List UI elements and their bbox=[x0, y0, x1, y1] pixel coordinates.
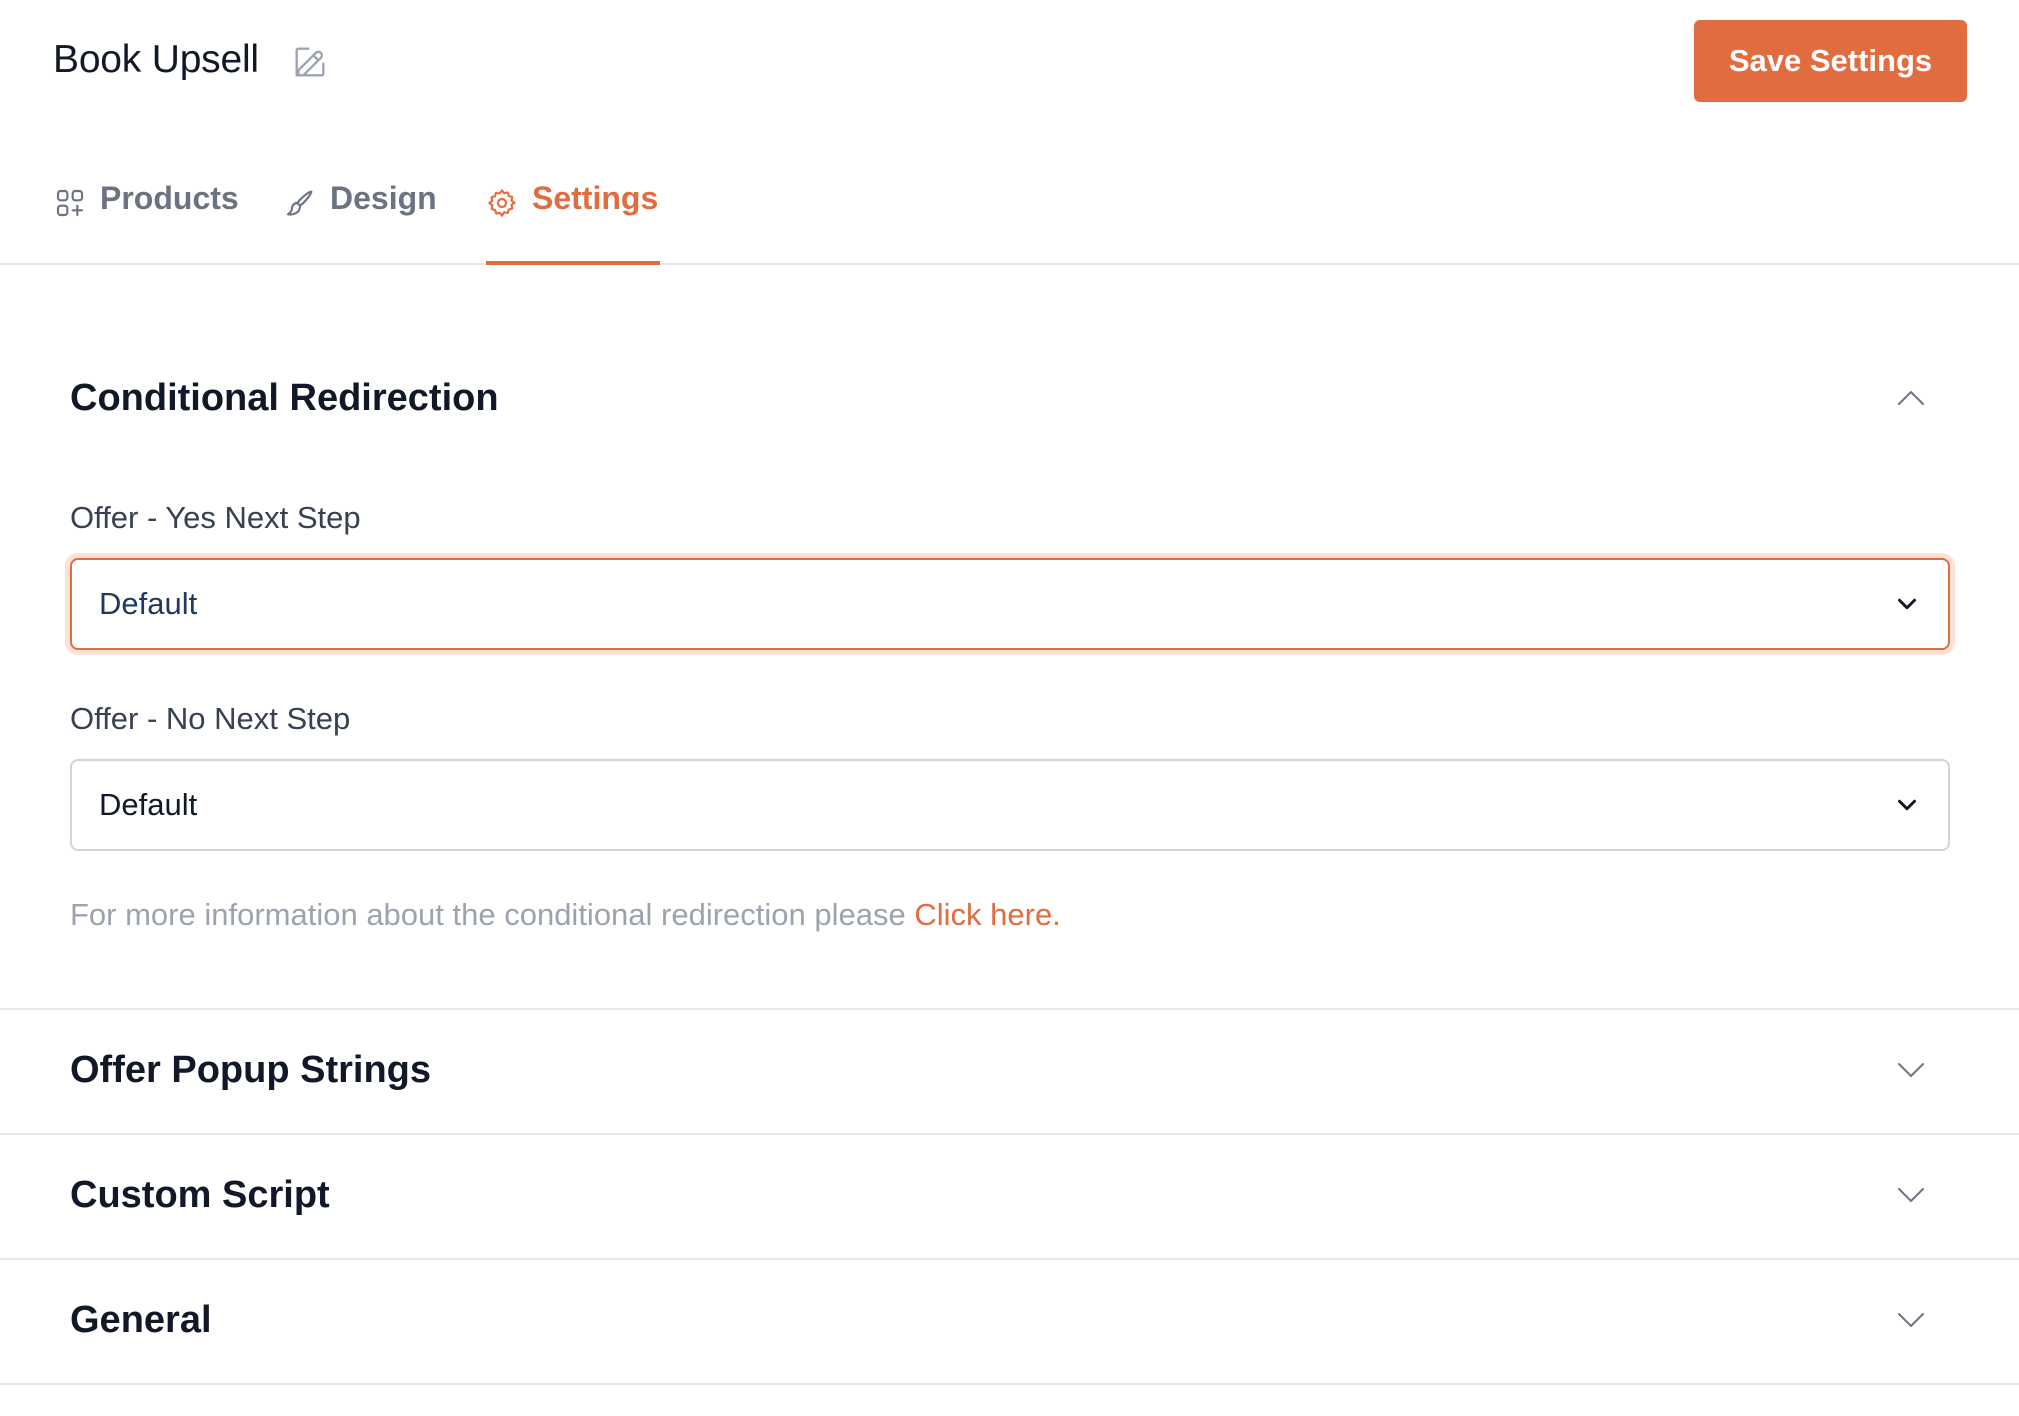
tab-settings[interactable]: Settings bbox=[486, 180, 661, 265]
section-title: Conditional Redirection bbox=[70, 376, 499, 419]
offer-no-label: Offer - No Next Step bbox=[70, 701, 351, 736]
offer-popup-strings-header[interactable]: Offer Popup Strings bbox=[70, 1040, 1949, 1100]
offer-popup-strings-section: Offer Popup Strings bbox=[0, 1010, 2019, 1135]
gear-icon bbox=[486, 180, 518, 227]
general-header[interactable]: General bbox=[70, 1290, 1949, 1350]
click-here-link[interactable]: Click here. bbox=[914, 897, 1060, 932]
chevron-down-icon bbox=[1892, 790, 1922, 820]
custom-script-header[interactable]: Custom Script bbox=[70, 1165, 1949, 1225]
chevron-down-icon bbox=[1893, 1302, 1929, 1338]
chevron-up-icon bbox=[1893, 380, 1929, 416]
offer-no-next-step-select[interactable]: Default bbox=[70, 759, 1950, 851]
select-value: Default bbox=[99, 586, 198, 621]
section-title: Offer Popup Strings bbox=[70, 1048, 431, 1091]
tab-settings-label: Settings bbox=[532, 180, 659, 216]
settings-page: Book Upsell Save Settings Products Desig… bbox=[0, 0, 2019, 1416]
section-title: Custom Script bbox=[70, 1173, 330, 1216]
select-value: Default bbox=[99, 787, 198, 822]
offer-yes-label: Offer - Yes Next Step bbox=[70, 500, 361, 535]
chevron-down-icon bbox=[1892, 589, 1922, 619]
custom-script-section: Custom Script bbox=[0, 1135, 2019, 1260]
chevron-down-icon bbox=[1893, 1177, 1929, 1213]
brush-icon bbox=[284, 180, 316, 227]
info-text-body: For more information about the condition… bbox=[70, 897, 915, 932]
page-title: Book Upsell bbox=[53, 38, 259, 81]
page-header: Book Upsell Save Settings bbox=[0, 0, 2019, 130]
conditional-redirection-section: Conditional Redirection Offer - Yes Next… bbox=[0, 265, 2019, 1010]
tab-design-label: Design bbox=[330, 180, 437, 216]
grid-plus-icon bbox=[54, 180, 86, 227]
tab-products-label: Products bbox=[100, 180, 239, 216]
tab-design[interactable]: Design bbox=[284, 180, 437, 263]
conditional-redirection-header[interactable]: Conditional Redirection bbox=[70, 368, 1949, 428]
chevron-down-icon bbox=[1893, 1052, 1929, 1088]
tab-bar: Products Design Settings bbox=[0, 150, 2019, 265]
tab-products[interactable]: Products bbox=[54, 180, 239, 263]
general-section: General bbox=[0, 1260, 2019, 1385]
save-settings-button[interactable]: Save Settings bbox=[1694, 20, 1967, 102]
info-text: For more information about the condition… bbox=[70, 897, 1061, 933]
pencil-icon[interactable] bbox=[290, 42, 330, 82]
offer-yes-next-step-select[interactable]: Default bbox=[70, 558, 1950, 650]
section-title: General bbox=[70, 1298, 212, 1341]
